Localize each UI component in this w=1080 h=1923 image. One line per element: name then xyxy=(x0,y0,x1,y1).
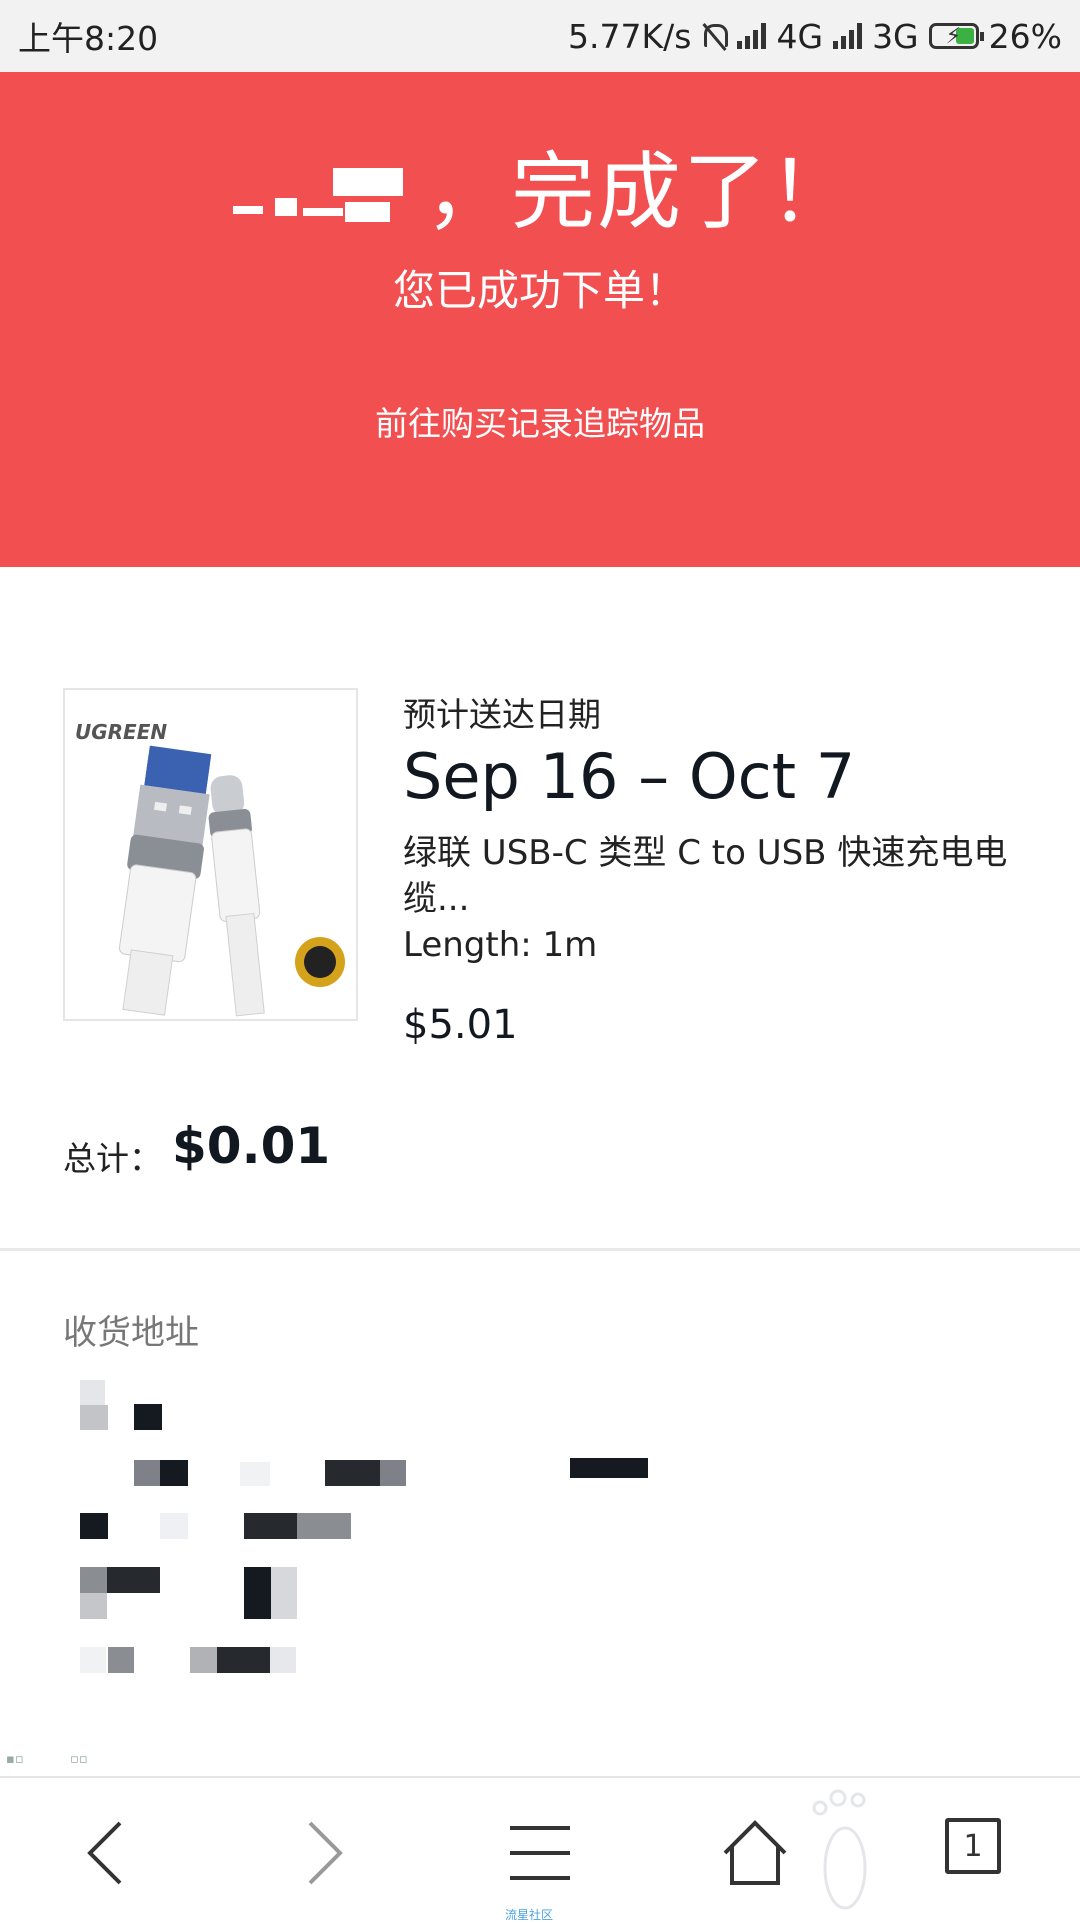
status-indicators: 5.77K/s 4G 3G ⚡ 26% xyxy=(568,17,1062,56)
estimated-delivery-dates: Sep 16 – Oct 7 xyxy=(403,740,856,813)
home-icon[interactable] xyxy=(710,1808,800,1898)
footprint-watermark-icon xyxy=(812,1789,867,1910)
small-indicator-icon-2: ▫▫ xyxy=(70,1752,88,1767)
net-speed: 5.77K/s xyxy=(568,16,692,56)
browser-bottom-nav: 流星社区 1 xyxy=(0,1776,1080,1922)
success-subtitle: 您已成功下单！ xyxy=(392,266,687,315)
track-purchase-link[interactable]: 前往购买记录追踪物品 xyxy=(0,397,1080,445)
section-divider xyxy=(0,1248,1080,1251)
tabs-icon: 1 xyxy=(945,1818,1001,1874)
order-success-banner: ，完成了！ 您已成功下单！ 前往购买记录追踪物品 xyxy=(0,72,1080,567)
item-price: $5.01 xyxy=(403,1002,518,1048)
community-caption: 流星社区 xyxy=(505,1908,554,1922)
mute-bell-icon xyxy=(701,22,729,50)
shipping-address-label: 收货地址 xyxy=(63,1313,199,1353)
signal-icon xyxy=(737,23,767,49)
success-title: ，完成了！ xyxy=(0,142,1080,242)
signal-icon-2 xyxy=(833,23,863,49)
battery-level: 26% xyxy=(988,16,1062,56)
status-time: 上午8:20 xyxy=(18,19,159,58)
tab-count: 1 xyxy=(963,1828,983,1864)
menu-icon[interactable] xyxy=(495,1808,585,1898)
battery-icon: ⚡ xyxy=(928,23,984,49)
back-icon[interactable] xyxy=(60,1808,150,1898)
estimated-delivery-label: 预计送达日期 xyxy=(403,695,601,734)
product-thumbnail[interactable]: UGREEN xyxy=(63,688,358,1021)
network-type-2: 3G xyxy=(872,16,919,56)
total-label: 总计： xyxy=(63,1139,162,1178)
tabs-button[interactable]: 1 xyxy=(935,1808,1025,1898)
status-bar: 上午8:20 5.77K/s 4G 3G ⚡ 26% xyxy=(0,0,1080,72)
item-variant: Length: 1m xyxy=(403,925,598,965)
small-indicator-icon: ▪▫ xyxy=(6,1752,24,1767)
total-value: $0.01 xyxy=(172,1117,331,1175)
forward-icon[interactable] xyxy=(280,1808,370,1898)
brand-logo: UGREEN xyxy=(75,720,168,744)
item-title[interactable]: 绿联 USB-C 类型 C to USB 快速充电电缆... xyxy=(403,830,1023,922)
redacted-username xyxy=(225,168,415,228)
network-type-1: 4G xyxy=(776,16,824,56)
